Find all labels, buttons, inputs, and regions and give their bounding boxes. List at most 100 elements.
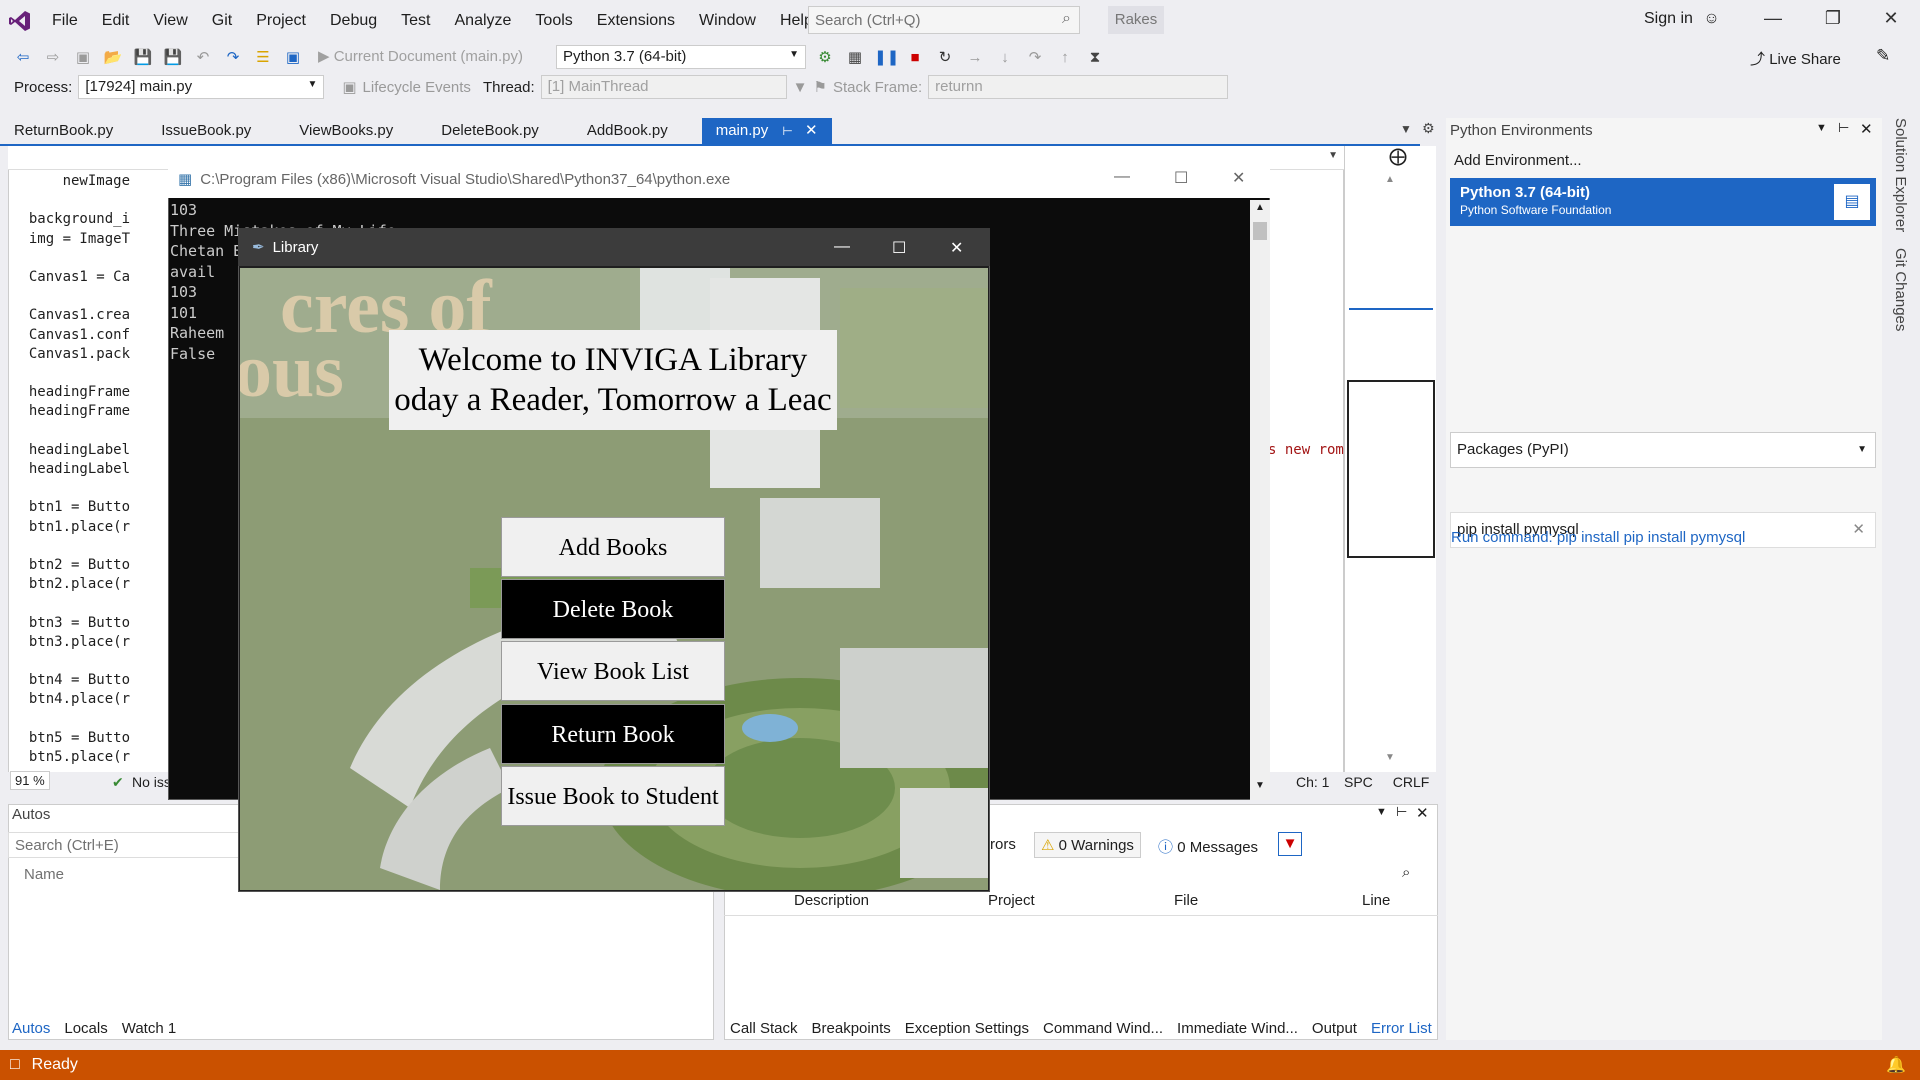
forward-icon[interactable]: ⇨: [42, 48, 64, 66]
process-select[interactable]: [17924] main.py ▼: [78, 75, 325, 99]
menu-file[interactable]: File: [40, 0, 90, 42]
chevron-down-icon[interactable]: ▼: [1328, 150, 1338, 161]
step-out-icon[interactable]: ↑: [1054, 49, 1076, 66]
tab-watch-1[interactable]: Watch 1: [122, 1020, 176, 1037]
open-folder-icon[interactable]: 📂: [102, 48, 124, 66]
add-environment-link[interactable]: Add Environment...: [1454, 152, 1582, 169]
menu-debug[interactable]: Debug: [318, 0, 389, 42]
start-current-document-button[interactable]: ▶ Current Document (main.py): [312, 45, 548, 69]
console-title-bar[interactable]: ▦ C:\Program Files (x86)\Microsoft Visua…: [168, 160, 1270, 198]
zoom-select[interactable]: 91 %: [10, 771, 50, 790]
clear-icon[interactable]: ✕: [1852, 520, 1865, 538]
line-ending-indicator[interactable]: CRLF: [1393, 774, 1430, 790]
menu-test[interactable]: Test: [389, 0, 442, 42]
menu-analyze[interactable]: Analyze: [443, 0, 524, 42]
stop-icon[interactable]: ■: [904, 49, 926, 66]
tab-locals[interactable]: Locals: [64, 1020, 107, 1037]
menu-extensions[interactable]: Extensions: [585, 0, 687, 42]
tab-addbook[interactable]: AddBook.py: [573, 118, 682, 144]
tab-main[interactable]: main.py ⊢ ✕: [701, 118, 832, 144]
column-description[interactable]: Description: [794, 892, 988, 915]
close-icon[interactable]: ✕: [1876, 8, 1906, 29]
tab-immediate-window[interactable]: Immediate Wind...: [1177, 1020, 1298, 1037]
view-book-list-button[interactable]: View Book List: [501, 641, 725, 701]
minimize-icon[interactable]: —: [1758, 8, 1788, 29]
feedback-icon[interactable]: ✎: [1876, 46, 1890, 66]
new-project-icon[interactable]: ▣: [72, 48, 94, 66]
pause-icon[interactable]: ❚❚: [874, 48, 899, 66]
side-tab-git-changes[interactable]: Git Changes: [1892, 248, 1909, 331]
column-file[interactable]: File: [1174, 892, 1362, 915]
tab-dropdown-icon[interactable]: ▼: [1400, 122, 1412, 136]
breakpoints-icon[interactable]: ⧗: [1084, 49, 1106, 66]
menu-tools[interactable]: Tools: [523, 0, 584, 42]
notifications-icon[interactable]: 🔔: [1886, 1055, 1906, 1075]
tab-deletebook[interactable]: DeleteBook.py: [427, 118, 553, 144]
step-into-icon[interactable]: ↓: [994, 49, 1016, 66]
panel-dropdown-icon[interactable]: ▼: [1816, 122, 1827, 134]
scroll-down-icon[interactable]: ▼: [1385, 752, 1395, 763]
bug-icon[interactable]: ⚙: [814, 48, 836, 66]
packages-select[interactable]: Packages (PyPI) ▼: [1450, 432, 1876, 468]
console-minimize-icon[interactable]: —: [1114, 168, 1130, 186]
issue-book-button[interactable]: Issue Book to Student: [501, 766, 725, 826]
library-maximize-icon[interactable]: ☐: [892, 238, 906, 258]
messages-filter-button[interactable]: ⓘ 0 Messages: [1158, 836, 1258, 857]
tab-autos[interactable]: Autos: [12, 1020, 50, 1037]
no-issues-label[interactable]: No iss: [132, 774, 171, 790]
pin-icon[interactable]: ⊢: [1396, 804, 1407, 820]
tab-call-stack[interactable]: Call Stack: [730, 1020, 798, 1037]
console-close-icon[interactable]: ✕: [1232, 168, 1245, 188]
tab-output[interactable]: Output: [1312, 1020, 1357, 1037]
side-tab-solution-explorer[interactable]: Solution Explorer: [1892, 118, 1909, 232]
show-next-statement-icon[interactable]: →: [964, 49, 986, 66]
restart-icon[interactable]: ↻: [934, 48, 956, 66]
find-in-files-icon[interactable]: ☰: [252, 48, 274, 66]
search-icon[interactable]: ⌕: [1402, 864, 1410, 881]
menu-project[interactable]: Project: [244, 0, 318, 42]
library-title-bar[interactable]: ✒ Library: [238, 228, 990, 266]
pin-icon[interactable]: ⊢: [1838, 120, 1849, 136]
stack-frame-select[interactable]: returnn: [928, 75, 1229, 99]
console-maximize-icon[interactable]: ☐: [1174, 168, 1188, 188]
return-book-button[interactable]: Return Book: [501, 704, 725, 764]
back-icon[interactable]: ⇦: [12, 48, 34, 66]
tab-exception-settings[interactable]: Exception Settings: [905, 1020, 1029, 1037]
split-editor-icon[interactable]: ⨁: [1389, 146, 1407, 167]
menu-view[interactable]: View: [141, 0, 199, 42]
run-command-link[interactable]: Run command: pip install pip install pym…: [1451, 529, 1745, 546]
close-panel-icon[interactable]: ✕: [1416, 804, 1429, 822]
flag-icon[interactable]: ⚑: [814, 78, 827, 96]
scroll-down-icon[interactable]: ▼: [1255, 780, 1265, 791]
menu-edit[interactable]: Edit: [90, 0, 142, 42]
menu-git[interactable]: Git: [200, 0, 244, 42]
screenshot-icon[interactable]: ▣: [282, 48, 304, 66]
lifecycle-events-button[interactable]: Lifecycle Events: [363, 79, 471, 96]
tab-error-list[interactable]: Error List: [1371, 1020, 1432, 1037]
library-close-icon[interactable]: ✕: [950, 238, 963, 258]
thread-select[interactable]: [1] MainThread: [540, 75, 787, 99]
whitespace-indicator[interactable]: SPC: [1344, 774, 1373, 790]
tab-returnbook[interactable]: ReturnBook.py: [0, 118, 127, 144]
scrollbar-thumb[interactable]: [1253, 222, 1267, 240]
live-share-button[interactable]: ⤴ Live Share: [1750, 48, 1841, 69]
tab-issuebook[interactable]: IssueBook.py: [147, 118, 265, 144]
env-overview-icon[interactable]: ▤: [1834, 184, 1870, 220]
pin-icon[interactable]: ⊢: [782, 124, 792, 138]
library-minimize-icon[interactable]: —: [834, 238, 850, 256]
save-icon[interactable]: 💾: [132, 48, 154, 66]
build-filter-icon[interactable]: ▼: [1278, 832, 1302, 856]
tab-command-window[interactable]: Command Wind...: [1043, 1020, 1163, 1037]
scroll-up-icon[interactable]: ▲: [1385, 174, 1395, 185]
menu-window[interactable]: Window: [687, 0, 768, 42]
redo-icon[interactable]: ↷: [222, 48, 244, 66]
column-line[interactable]: Line: [1362, 892, 1390, 915]
step-over-icon[interactable]: ↷: [1024, 48, 1046, 66]
scroll-up-icon[interactable]: ▲: [1255, 202, 1265, 213]
sign-in-link[interactable]: Sign in ☺: [1644, 10, 1720, 28]
close-tab-icon[interactable]: ✕: [805, 122, 818, 139]
delete-book-button[interactable]: Delete Book: [501, 579, 725, 639]
undo-icon[interactable]: ↶: [192, 48, 214, 66]
env-list-item[interactable]: Python 3.7 (64-bit) Python Software Foun…: [1450, 178, 1876, 226]
column-project[interactable]: Project: [988, 892, 1174, 915]
